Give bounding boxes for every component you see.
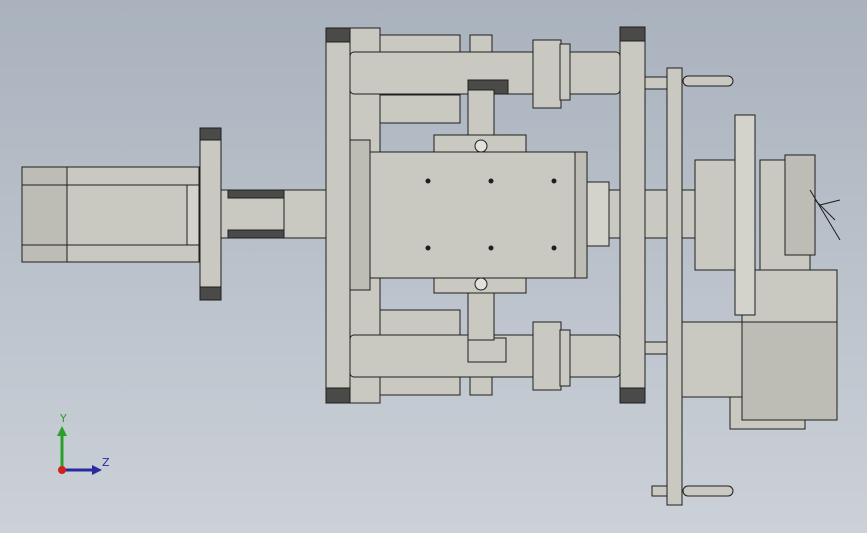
z-axis-label: Z [102,456,110,469]
y-axis-label: Y [60,412,67,425]
stepper-motor[interactable] [21,166,200,263]
cad-viewport[interactable]: Y Z [0,0,867,533]
axis-triad: Y Z [50,412,120,482]
right-plate[interactable] [619,26,646,404]
shaft-coupling[interactable] [220,189,327,239]
end-plate[interactable] [644,67,734,506]
lead-screw[interactable] [586,159,736,271]
gear-motor[interactable] [681,269,838,430]
carriage-block[interactable] [369,89,588,341]
motor-flange[interactable] [199,127,222,301]
assembly-model[interactable] [0,0,867,533]
